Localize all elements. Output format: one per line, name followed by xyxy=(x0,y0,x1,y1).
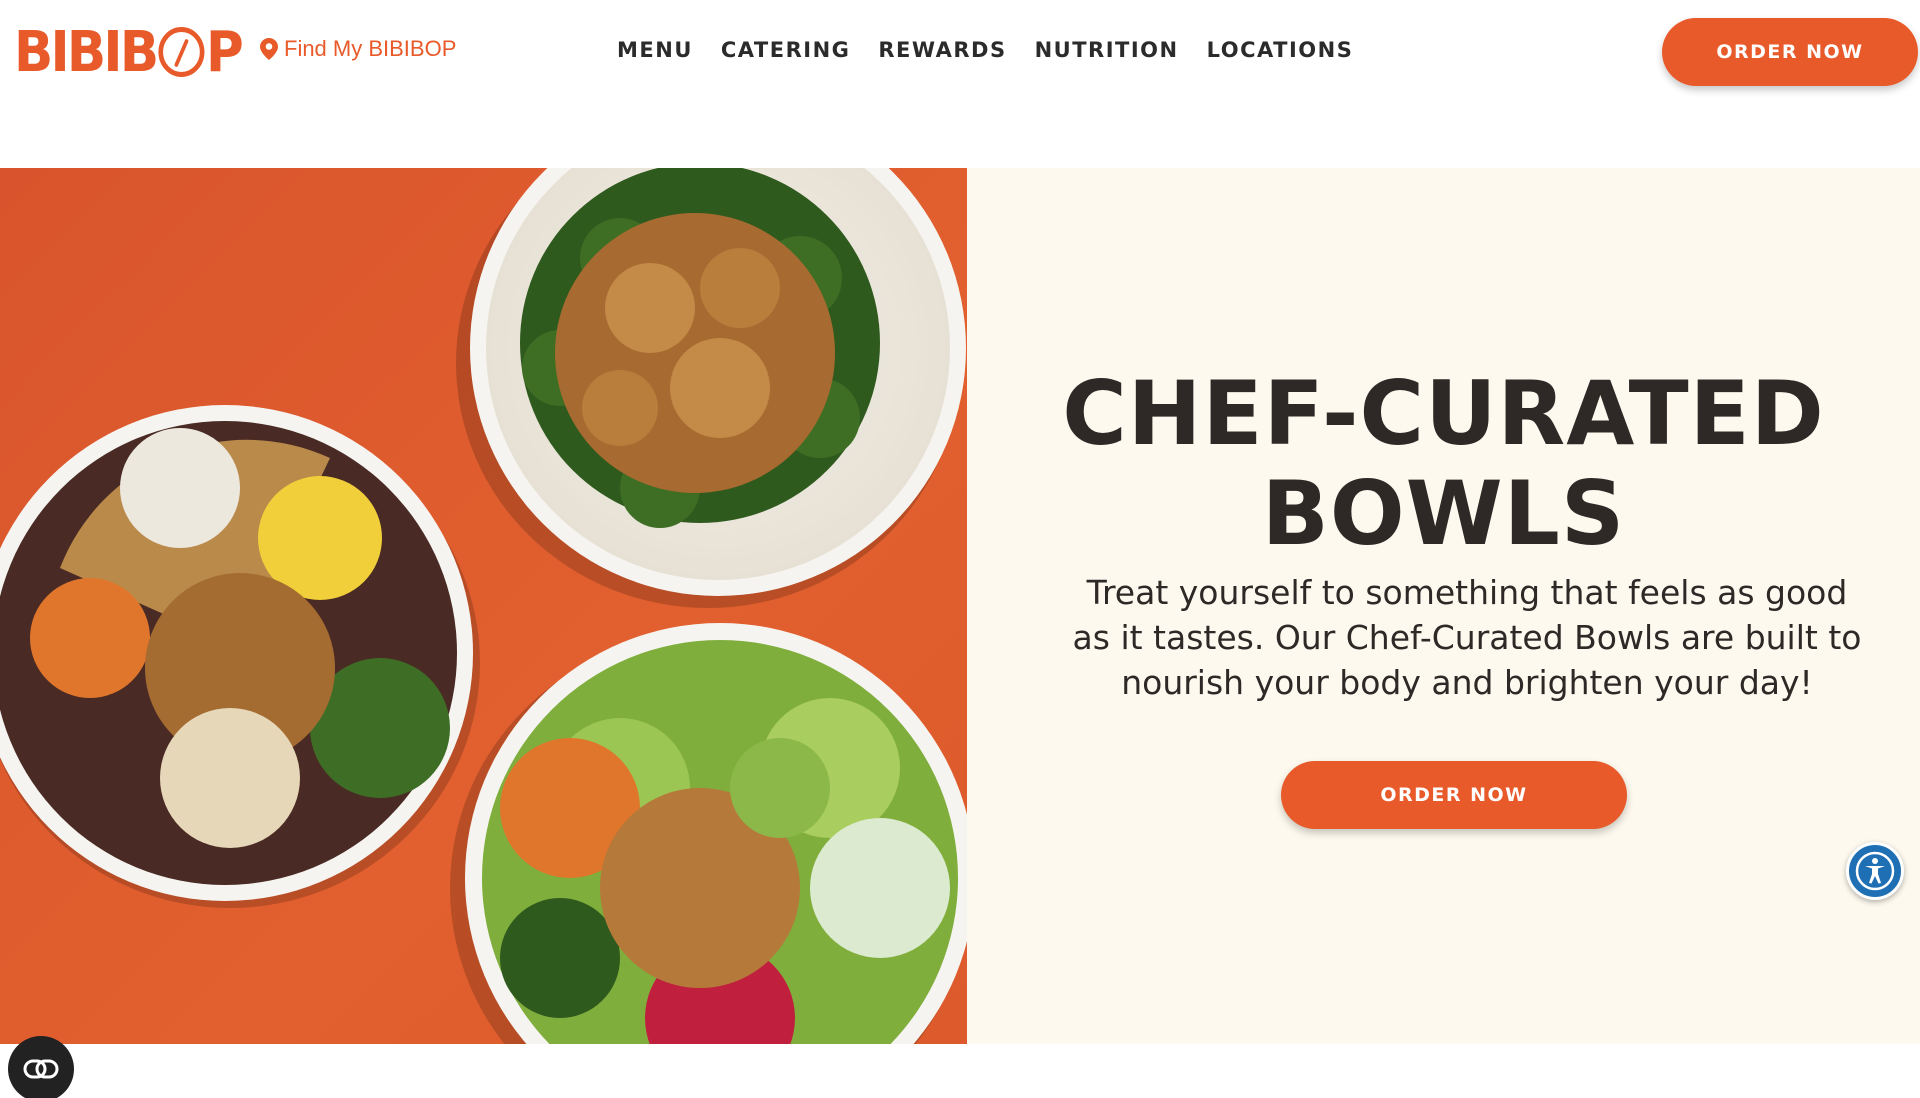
chat-icon xyxy=(23,1059,59,1079)
hero-description: Treat yourself to something that feels a… xyxy=(1072,573,1862,702)
nav-item-locations[interactable]: LOCATIONS xyxy=(1207,38,1354,62)
nav-item-catering[interactable]: CATERING xyxy=(721,38,851,62)
hero-section: CHEF-CURATED BOWLS Treat yourself to som… xyxy=(0,168,1920,1044)
hero-content-panel: CHEF-CURATED BOWLS Treat yourself to som… xyxy=(967,168,1920,1044)
hero-bowls-image xyxy=(0,168,967,1044)
hero-headline: CHEF-CURATED BOWLS xyxy=(967,364,1920,564)
bowls-illustration xyxy=(0,168,967,1044)
hero-headline-line1: CHEF-CURATED xyxy=(1062,362,1825,465)
site-header: BIBIB P Find My BIBIBOP MENU CATERING REW… xyxy=(0,0,1920,168)
bibibop-logo[interactable]: BIBIB P xyxy=(14,18,244,86)
main-nav: MENU CATERING REWARDS NUTRITION LOCATION… xyxy=(617,38,1353,62)
find-location-label: Find My BIBIBOP xyxy=(284,36,457,61)
hero-order-now-button[interactable]: ORDER NOW xyxy=(1281,761,1627,829)
nav-item-nutrition[interactable]: NUTRITION xyxy=(1035,38,1179,62)
find-my-location-link[interactable]: Find My BIBIBOP xyxy=(260,36,456,62)
hero-headline-line2: BOWLS xyxy=(1261,462,1626,565)
nav-item-menu[interactable]: MENU xyxy=(617,38,693,62)
accessibility-icon xyxy=(1855,851,1895,891)
logo-o-mark xyxy=(158,27,205,77)
chat-widget-button[interactable] xyxy=(8,1036,74,1098)
nav-item-rewards[interactable]: REWARDS xyxy=(878,38,1006,62)
map-pin-icon xyxy=(260,38,278,60)
header-order-now-button[interactable]: ORDER NOW xyxy=(1662,18,1918,86)
accessibility-widget-button[interactable] xyxy=(1846,842,1904,900)
